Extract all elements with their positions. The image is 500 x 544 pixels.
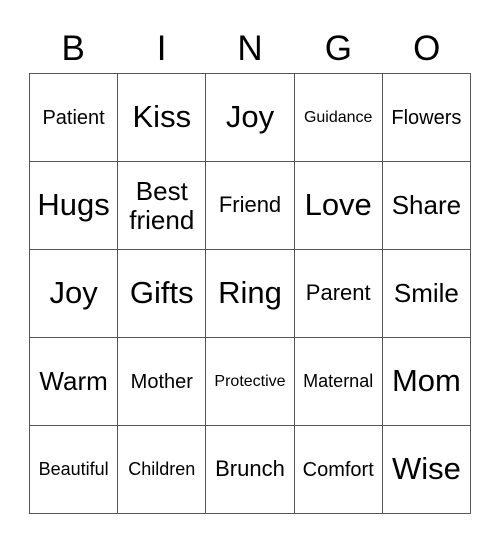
header-letter-i: I — [156, 29, 167, 68]
bingo-cell[interactable]: Children — [118, 426, 207, 514]
bingo-cell[interactable]: Smile — [382, 250, 471, 338]
bingo-cell[interactable]: Comfort — [294, 426, 383, 514]
bingo-header: B I N G O — [29, 26, 471, 72]
bingo-cell[interactable]: Parent — [294, 250, 383, 338]
bingo-cell[interactable]: Protective — [206, 338, 295, 426]
bingo-cell[interactable]: Hugs — [30, 162, 119, 250]
bingo-cell[interactable]: Mom — [382, 338, 471, 426]
header-letter-b: B — [61, 29, 85, 68]
header-letter-o: O — [413, 29, 441, 68]
bingo-cell[interactable]: Patient — [30, 74, 119, 162]
bingo-cell[interactable]: Flowers — [382, 74, 471, 162]
bingo-cell[interactable]: Best friend — [118, 162, 207, 250]
bingo-cell[interactable]: Share — [382, 162, 471, 250]
bingo-cell[interactable]: Gifts — [118, 250, 207, 338]
bingo-cell[interactable]: Maternal — [294, 338, 383, 426]
header-letter-n: N — [237, 29, 263, 68]
bingo-cell[interactable]: Mother — [118, 338, 207, 426]
bingo-cell[interactable]: Wise — [382, 426, 471, 514]
bingo-cell[interactable]: Love — [294, 162, 383, 250]
bingo-cell[interactable]: Beautiful — [30, 426, 119, 514]
bingo-cell[interactable]: Joy — [30, 250, 119, 338]
bingo-grid: Patient Kiss Joy Guidance Flowers Hugs B… — [29, 73, 471, 514]
bingo-cell[interactable]: Warm — [30, 338, 119, 426]
bingo-cell[interactable]: Ring — [206, 250, 295, 338]
bingo-cell[interactable]: Kiss — [118, 74, 207, 162]
bingo-cell[interactable]: Joy — [206, 74, 295, 162]
bingo-cell[interactable]: Guidance — [294, 74, 383, 162]
bingo-cell[interactable]: Friend — [206, 162, 295, 250]
header-letter-g: G — [324, 29, 352, 68]
bingo-cell[interactable]: Brunch — [206, 426, 295, 514]
